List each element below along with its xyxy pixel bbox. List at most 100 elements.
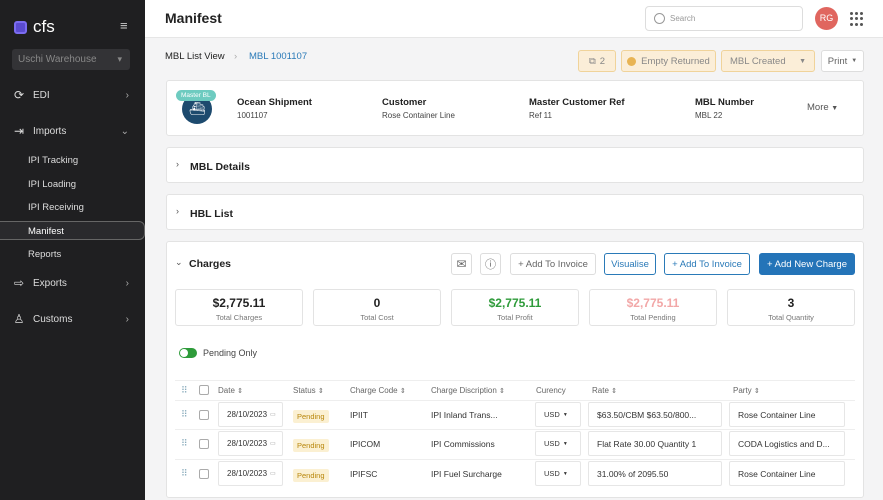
date-value: 28/10/2023 [227,469,268,478]
sidebar-item-edi[interactable]: ⟳ EDI › [0,84,145,106]
mbl-details-section[interactable]: › MBL Details [166,147,864,183]
logo-icon [14,20,27,34]
stat-label: Total Profit [497,313,533,322]
currency-value: USD [544,410,560,419]
more-label: More [807,102,829,113]
section-title: Charges [189,258,232,270]
more-dropdown[interactable]: More ▼ [807,102,838,113]
column-header[interactable]: Curency [536,386,566,395]
party-field[interactable]: CODA Logistics and D... [729,431,845,456]
hamburger-menu-icon[interactable]: ≡ [120,18,128,33]
column-header[interactable]: Date ⇕ [218,386,243,395]
drag-handle-icon[interactable]: ⠿ [181,438,188,449]
print-label: Print [827,55,848,67]
info-icon[interactable]: ⓘ [480,253,501,275]
sidebar-item-label: Customs [33,313,73,325]
sidebar-item-label: EDI [33,89,50,101]
apps-grid-icon[interactable] [850,12,864,26]
date-input[interactable]: 28/10/2023 ▭ [218,461,283,486]
date-input[interactable]: 28/10/2023 ▭ [218,402,283,427]
column-header[interactable]: Charge Code ⇕ [350,386,406,395]
charge-code: IPIIT [350,410,368,420]
sort-icon: ⇕ [499,388,505,395]
row-checkbox[interactable] [199,469,209,479]
charge-description: IPI Fuel Surcharge [431,469,502,479]
section-title: HBL List [190,208,233,220]
column-header[interactable]: Status ⇕ [293,386,324,395]
sidebar-item-ipi-tracking[interactable]: IPI Tracking [28,155,78,166]
avatar[interactable]: RG [815,7,838,30]
email-icon[interactable]: ✉ [451,253,472,275]
sidebar-item-ipi-receiving[interactable]: IPI Receiving [28,202,84,213]
rate-field[interactable]: Flat Rate 30.00 Quantity 1 [588,431,722,456]
search-input[interactable]: Search [645,6,803,31]
pending-only-toggle[interactable] [179,348,197,358]
status-label: Empty Returned [641,55,710,67]
sidebar-item-ipi-loading[interactable]: IPI Loading [28,179,76,190]
visualise-button[interactable]: Visualise [604,253,656,275]
stat-value: $2,775.11 [488,296,542,310]
row-checkbox[interactable] [199,410,209,420]
stat-label: Total Pending [630,313,676,322]
stat-value: 3 [787,296,795,310]
add-to-invoice-button[interactable]: + Add To Invoice [664,253,750,275]
rate-field[interactable]: $63.50/CBM $63.50/800... [588,402,722,427]
sidebar-item-exports[interactable]: ⇨ Exports › [0,272,145,294]
rate-field[interactable]: 31.00% of 2095.50 [588,461,722,486]
stat-label: Total Cost [360,313,394,322]
select-all-checkbox[interactable] [199,385,209,395]
currency-select[interactable]: USD ▼ [535,402,581,427]
chevron-down-icon[interactable]: ⌄ [175,257,183,268]
currency-select[interactable]: USD ▼ [535,431,581,456]
copies-button[interactable]: ⧉ 2 [578,50,616,72]
warehouse-select[interactable]: Uschi Warehouse [12,49,130,70]
stat-card: $2,775.11 Total Pending [589,289,717,326]
column-header[interactable]: Charge Discription ⇕ [431,386,505,395]
sidebar-item-manifest[interactable]: Manifest [28,226,64,237]
currency-value: USD [544,469,560,478]
charge-code: IPIFSC [350,469,378,479]
currency-select[interactable]: USD ▼ [535,461,581,486]
active-item-highlight [0,221,145,240]
status-badge: Pending [293,410,329,423]
field-value: Rose Container Line [382,111,455,120]
charge-description: IPI Commissions [431,439,495,449]
sort-icon: ⇕ [399,388,406,395]
row-divider [175,429,855,430]
party-field[interactable]: Rose Container Line [729,461,845,486]
row-divider [175,400,855,401]
caret-down-icon: ▼ [831,105,839,112]
caret-down-icon: ▼ [851,58,858,64]
drag-handle-icon[interactable]: ⠿ [181,409,188,420]
sort-icon: ⇕ [611,388,618,395]
date-input[interactable]: 28/10/2023 ▭ [218,431,283,456]
column-header[interactable]: Party ⇕ [733,386,760,395]
pending-only-label: Pending Only [203,348,258,358]
column-header-label: Party [733,386,752,395]
stage-select[interactable]: MBL Created ▼ [721,50,815,72]
add-to-invoice-button[interactable]: + Add To Invoice [510,253,596,275]
field-value: MBL 22 [695,111,723,120]
field-label: MBL Number [695,97,754,108]
search-icon [654,13,665,24]
export-icon: ⇨ [13,276,25,290]
logo-text: cfs [33,17,55,36]
column-header[interactable]: Rate ⇕ [592,386,617,395]
caret-down-icon: ▼ [562,411,568,418]
party-field[interactable]: Rose Container Line [729,402,845,427]
logo[interactable]: cfs [14,17,55,37]
currency-value: USD [544,439,560,448]
drag-handle-icon[interactable]: ⠿ [181,385,188,396]
print-button[interactable]: Print ▼ [821,50,864,72]
breadcrumb-root[interactable]: MBL List View [165,51,225,62]
sidebar-item-imports[interactable]: ⇥ Imports ⌄ [0,120,145,142]
sidebar-item-customs[interactable]: ♙ Customs › [0,308,145,330]
drag-handle-icon[interactable]: ⠿ [181,468,188,479]
status-badge[interactable]: Empty Returned [621,50,716,72]
sidebar-item-reports[interactable]: Reports [28,249,61,260]
field-value: 1001107 [237,111,268,120]
row-checkbox[interactable] [199,439,209,449]
hbl-list-section[interactable]: › HBL List [166,194,864,230]
charge-description: IPI Inland Trans... [431,410,498,420]
add-new-charge-button[interactable]: + Add New Charge [759,253,855,275]
